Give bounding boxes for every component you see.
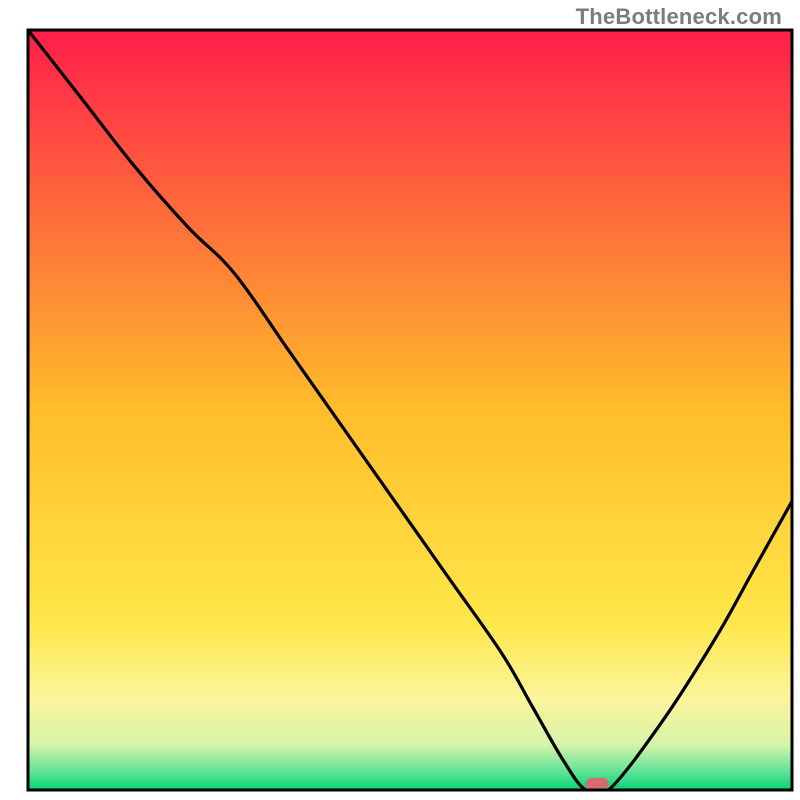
chart-stage: TheBottleneck.com [0,0,800,800]
gradient-background [28,30,792,790]
bottleneck-chart [0,0,800,800]
plot-area [28,30,792,797]
optimum-marker [586,778,609,790]
